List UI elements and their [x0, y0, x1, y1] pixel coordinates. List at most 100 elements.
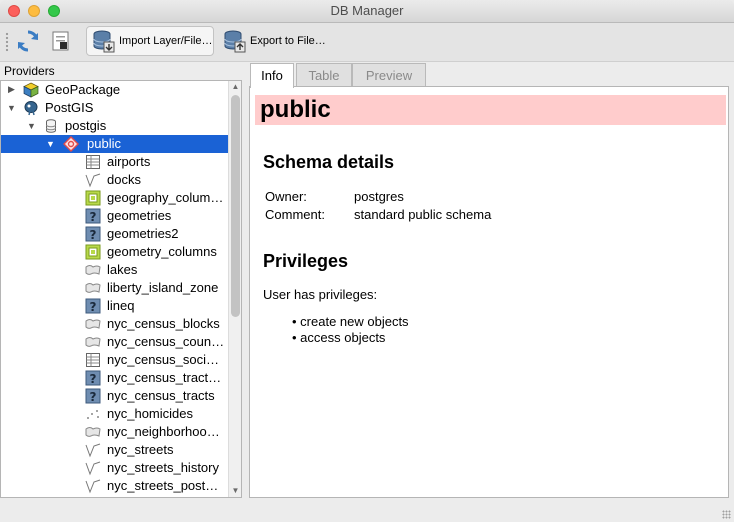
- tree-item-layer[interactable]: airports: [1, 153, 229, 171]
- tree-item-postgis-connection[interactable]: ▼ postgis: [1, 117, 229, 135]
- tree-item-label: geography_colum…: [107, 190, 224, 205]
- line-layer-icon: [85, 479, 101, 494]
- tree-item-layer[interactable]: nyc_census_coun…: [1, 333, 229, 351]
- tree-item-label: nyc_streets: [107, 442, 174, 457]
- tab-table[interactable]: Table: [296, 63, 352, 87]
- geopackage-icon: [23, 82, 39, 98]
- svg-text:?: ?: [90, 210, 97, 224]
- toolbar-grip[interactable]: [5, 32, 9, 52]
- tree-item-label: nyc_homicides: [107, 406, 193, 421]
- scroll-up-arrow-icon[interactable]: ▲: [229, 81, 241, 93]
- schema-icon: [63, 136, 79, 152]
- schema-details-title: Schema details: [263, 152, 395, 172]
- window-title: DB Manager: [330, 3, 404, 18]
- tab-preview[interactable]: Preview: [352, 63, 426, 87]
- tree-item-label: nyc_census_tracts: [107, 388, 215, 403]
- title-bar: DB Manager: [0, 0, 734, 23]
- view-icon: [85, 190, 101, 206]
- tree-item-layer[interactable]: nyc_homicides: [1, 405, 229, 423]
- toolbar: Import Layer/File… Export to File…: [0, 23, 734, 62]
- tree-item-label: airports: [107, 154, 151, 169]
- tree-item-label: lineq: [107, 298, 135, 313]
- collapse-arrow-icon[interactable]: ▼: [7, 104, 16, 113]
- scroll-down-arrow-icon[interactable]: ▼: [229, 485, 241, 497]
- tree-item-public-schema[interactable]: ▼ public: [1, 135, 229, 153]
- unknown-geometry-icon: ?: [85, 388, 101, 404]
- owner-value: postgres: [354, 189, 404, 204]
- refresh-button[interactable]: [16, 26, 42, 56]
- table-icon: [86, 155, 100, 169]
- owner-label: Owner:: [265, 189, 307, 204]
- tree-item-label: nyc_census_soci…: [107, 352, 219, 367]
- tree-item-layer[interactable]: docks: [1, 171, 229, 189]
- tree-item-layer[interactable]: ? lineq: [1, 297, 229, 315]
- status-bar: [0, 500, 734, 522]
- tree-scrollbar[interactable]: ▲ ▼: [228, 81, 241, 497]
- tree-item-label: PostGIS: [45, 100, 94, 115]
- tree-item-layer[interactable]: nyc_census_blocks: [1, 315, 229, 333]
- tree-item-label: geometries2: [107, 226, 179, 241]
- tree-item-label: nyc_census_coun…: [107, 334, 225, 349]
- tree-item-layer[interactable]: ? nyc_census_tracts: [1, 387, 229, 405]
- privileges-intro: User has privileges:: [263, 287, 378, 302]
- postgis-icon: [24, 101, 38, 116]
- schema-header: public: [255, 95, 726, 125]
- refresh-icon: [18, 30, 38, 52]
- tree-item-layer[interactable]: lakes: [1, 261, 229, 279]
- tree-item-layer[interactable]: ? geometries: [1, 207, 229, 225]
- tree-item-layer[interactable]: liberty_island_zone: [1, 279, 229, 297]
- line-layer-icon: [85, 461, 101, 476]
- tree-item-layer[interactable]: nyc_neighborhoo…: [1, 423, 229, 441]
- scrollbar-thumb[interactable]: [231, 95, 240, 317]
- tab-info[interactable]: Info: [250, 63, 294, 88]
- unknown-geometry-icon: ?: [85, 208, 101, 224]
- polygon-layer-icon: [85, 265, 101, 275]
- tree-item-geopackage[interactable]: ▶ GeoPackage: [1, 81, 229, 99]
- import-layer-label: Import Layer/File…: [119, 35, 213, 47]
- import-layer-icon: [93, 30, 115, 53]
- polygon-layer-icon: [85, 319, 101, 329]
- tree-item-label: liberty_island_zone: [107, 280, 219, 295]
- export-to-file-button[interactable]: Export to File…: [220, 26, 330, 56]
- tree-item-layer[interactable]: geography_colum…: [1, 189, 229, 207]
- point-layer-icon: [87, 410, 99, 419]
- collapse-arrow-icon[interactable]: ▼: [27, 122, 36, 131]
- tree-item-layer[interactable]: ? geometries2: [1, 225, 229, 243]
- database-icon: [46, 119, 56, 133]
- comment-label: Comment:: [265, 207, 325, 222]
- privilege-item: • create new objects: [292, 314, 409, 329]
- collapse-arrow-icon[interactable]: ▼: [46, 140, 55, 149]
- tree-item-layer[interactable]: nyc_streets_history: [1, 459, 229, 477]
- expand-arrow-icon[interactable]: ▶: [8, 85, 16, 94]
- table-icon: [86, 353, 100, 367]
- svg-text:?: ?: [90, 372, 97, 386]
- tree-item-layer[interactable]: geometry_columns: [1, 243, 229, 261]
- tree-item-label: GeoPackage: [45, 82, 121, 97]
- privilege-item: • access objects: [292, 330, 386, 345]
- import-layer-button[interactable]: Import Layer/File…: [86, 26, 214, 56]
- tree-item-layer[interactable]: nyc_streets: [1, 441, 229, 459]
- resize-grip-icon[interactable]: [722, 510, 731, 519]
- tree-item-label: postgis: [65, 118, 107, 133]
- tree-item-label: nyc_streets_history: [107, 460, 219, 475]
- tree-item-label: nyc_streets_post…: [107, 478, 219, 493]
- tree-item-postgis[interactable]: ▼ PostGIS: [1, 99, 229, 117]
- privileges-title: Privileges: [263, 251, 349, 271]
- view-icon: [85, 244, 101, 260]
- tree-item-label: docks: [107, 172, 141, 187]
- tree-item-label: public: [87, 136, 121, 151]
- schema-heading: public: [260, 96, 331, 123]
- providers-tree[interactable]: ▶ GeoPackage ▼ PostGIS ▼ postgis ▼ publi…: [0, 80, 242, 498]
- unknown-geometry-icon: ?: [85, 370, 101, 386]
- tree-item-layer[interactable]: nyc_census_soci…: [1, 351, 229, 369]
- svg-text:?: ?: [90, 228, 97, 242]
- db-manager-window: DB Manager Import Layer/File… Export to …: [0, 0, 734, 522]
- tree-item-label: nyc_census_tract…: [107, 370, 222, 385]
- tree-item-layer[interactable]: ? nyc_census_tract…: [1, 369, 229, 387]
- sql-window-button[interactable]: [50, 26, 74, 56]
- comment-value: standard public schema: [354, 207, 492, 222]
- unknown-geometry-icon: ?: [85, 226, 101, 242]
- tree-item-label: nyc_census_blocks: [107, 316, 220, 331]
- tree-item-layer[interactable]: nyc_streets_post…: [1, 477, 229, 495]
- tree-item-label: nyc_neighborhoo…: [107, 424, 220, 439]
